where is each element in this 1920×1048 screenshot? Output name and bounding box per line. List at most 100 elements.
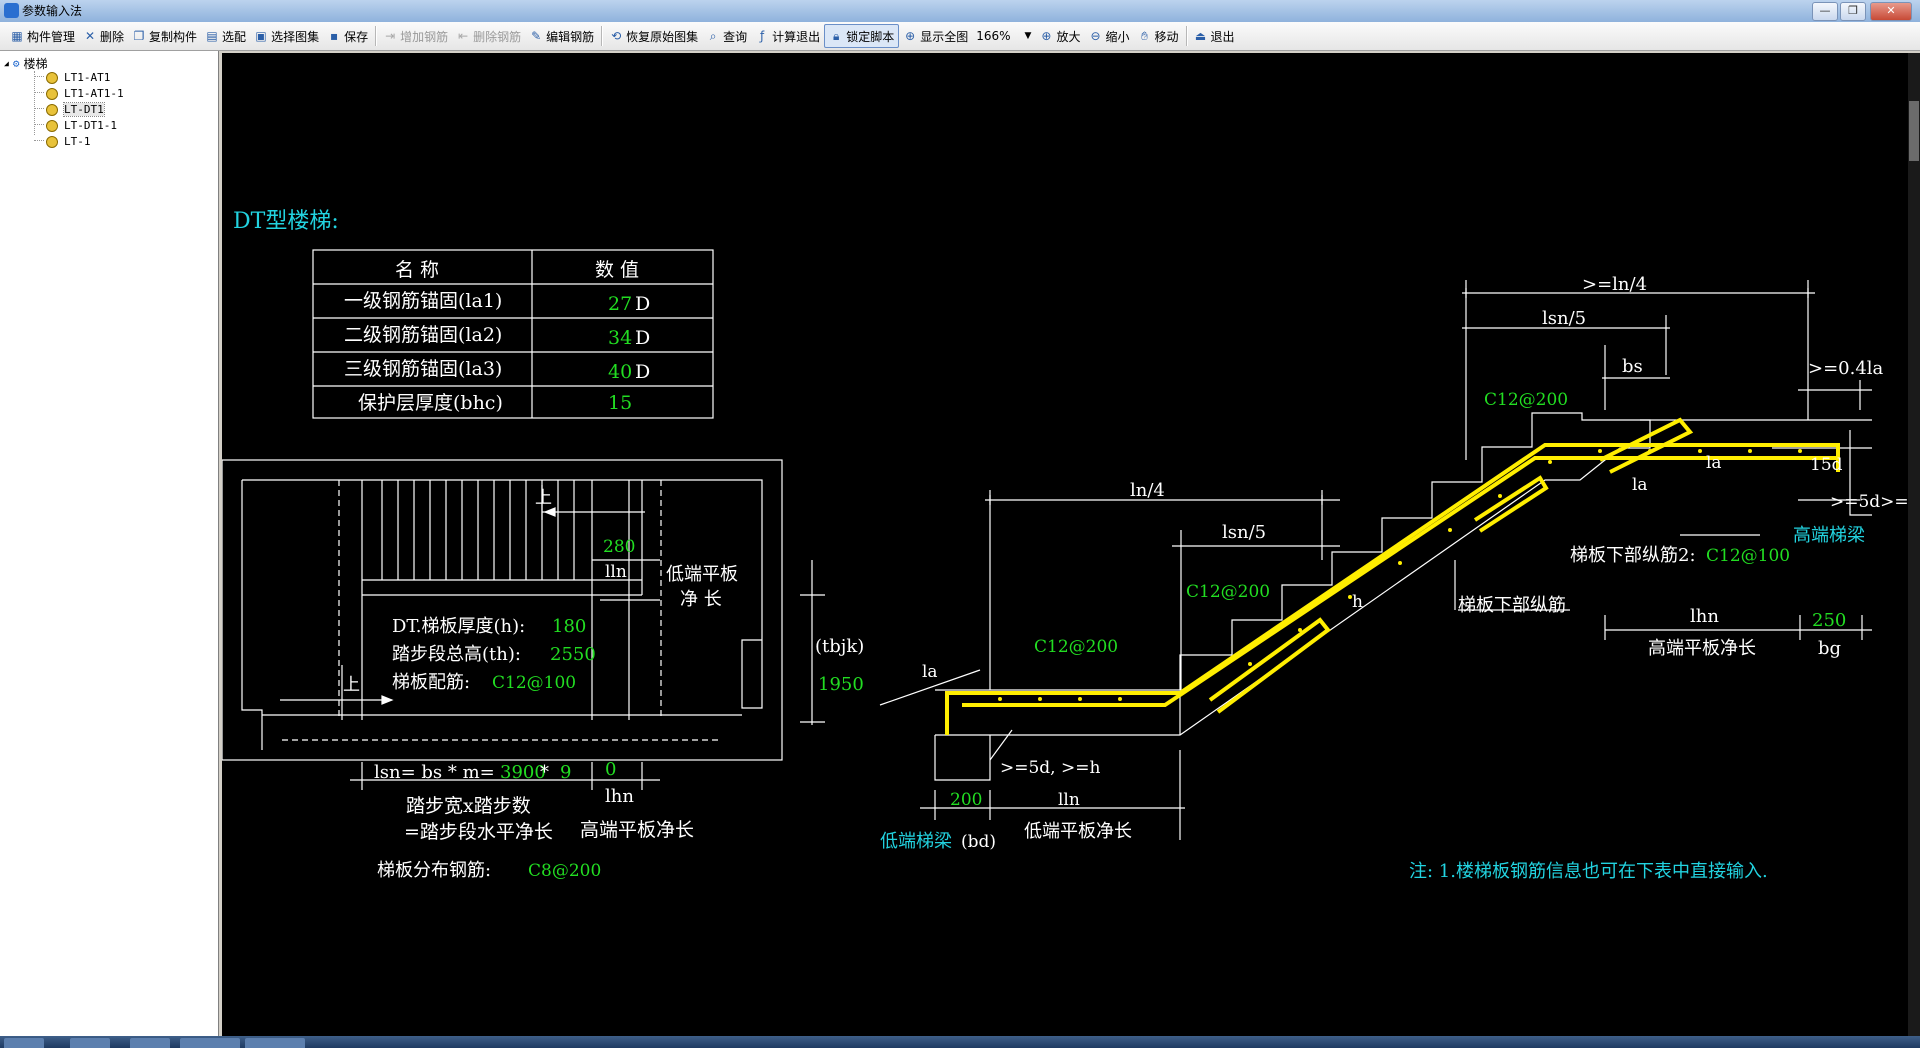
section-high-beam-label: 高端梯梁 <box>1793 525 1865 546</box>
plan-height-label: 踏步段总高(th): <box>392 644 521 665</box>
toolbar-zoom-extents-button[interactable]: ⊕ 显示全图 <box>899 25 972 47</box>
plan-low-flat-label: 低端平板 <box>666 564 738 585</box>
toolbar-save-button[interactable]: ▪ 保存 <box>323 25 372 47</box>
table-row-value[interactable]: 34 <box>608 327 632 349</box>
plan-tread-width[interactable]: 280 <box>603 537 635 557</box>
section-label: 梯板下部纵筋 <box>1458 595 1566 616</box>
section-label: >=ln/4 <box>1582 274 1647 295</box>
tree-item[interactable]: LT-1 <box>46 135 91 148</box>
section-bd-value[interactable]: 200 <box>950 790 982 810</box>
section-label: 低端平板净长 <box>1024 821 1132 842</box>
toolbar-zoom-out-button[interactable]: ⊖ 缩小 <box>1084 25 1133 47</box>
toolbar-copy-button[interactable]: ❐ 复制构件 <box>128 25 201 47</box>
close-button[interactable]: ✕ <box>1870 2 1912 21</box>
section-label: 15d <box>1810 455 1843 475</box>
scrollbar-thumb[interactable] <box>1909 101 1919 161</box>
plan-thickness-value[interactable]: 180 <box>552 616 586 637</box>
toolbar-add-rebar-button[interactable]: ⇥ 增加钢筋 <box>379 25 452 47</box>
section-low-beam-label: 低端梯梁 <box>880 831 952 852</box>
toolbar-calc-exit-button[interactable]: ƒ 计算退出 <box>751 25 824 47</box>
taskbar-app-button[interactable] <box>130 1038 170 1048</box>
table-row-name: 一级钢筋锚固(la1) <box>344 290 502 312</box>
section-label: lsn/5 <box>1222 522 1266 543</box>
table-row-value[interactable]: 27 <box>608 293 632 315</box>
pan-icon: ✋︎ <box>1141 29 1148 43</box>
zoom-select[interactable]: 166% ▼ <box>976 29 1031 43</box>
section-rebar-value[interactable]: C12@100 <box>1706 546 1790 566</box>
section-label: ln/4 <box>1130 480 1165 501</box>
toolbar-edit-rebar-button[interactable]: ✎ 编辑钢筋 <box>525 25 598 47</box>
restore-icon: ⟲ <box>611 29 622 43</box>
fx-icon: ƒ <box>760 29 765 43</box>
plan-dist-label: 梯板分布钢筋: <box>377 860 491 881</box>
section-label: la <box>1632 475 1648 495</box>
drawing-canvas[interactable]: DT型楼梯: 名 称 数 值 一级钢筋锚固(la1) 27 D 二级钢筋锚固(l… <box>221 53 1920 1036</box>
component-icon <box>46 119 58 132</box>
table-row-value[interactable]: 15 <box>608 392 632 414</box>
component-icon <box>46 103 58 116</box>
toolbar-atlas-button[interactable]: ▣ 选择图集 <box>250 25 323 47</box>
plan-lhn-value[interactable]: 0 <box>605 759 616 780</box>
toolbar-select-button[interactable]: ▤ 选配 <box>201 25 250 47</box>
vertical-scrollbar[interactable] <box>1908 53 1920 1036</box>
tree-expand-icon[interactable]: ◢ <box>4 59 9 68</box>
zoom-value: 166% <box>976 29 1011 43</box>
drawing-note: 注: 1.楼梯板钢筋信息也可在下表中直接输入. <box>1409 861 1768 882</box>
edit-rebar-icon: ✎ <box>531 29 542 43</box>
window-title: 参数输入法 <box>22 4 83 18</box>
add-rebar-icon: ⇥ <box>385 29 396 43</box>
plan-note: =踏步段水平净长 <box>404 821 553 843</box>
maximize-button[interactable]: ❐ <box>1840 2 1866 21</box>
plan-lsn-value[interactable]: 3900 <box>500 762 546 783</box>
toolbar-pan-button[interactable]: ✋︎ 移动 <box>1133 25 1182 47</box>
plan-up-label: 上 <box>535 488 552 508</box>
plan-dist-value[interactable]: C8@200 <box>528 861 601 881</box>
plan-lln-label: lln <box>605 562 627 582</box>
zoom-in-icon: ⊕ <box>1041 29 1052 43</box>
exit-icon: ⏏ <box>1194 29 1207 43</box>
taskbar-app-button[interactable] <box>245 1038 305 1048</box>
tree-item-selected[interactable]: LT-DT1 <box>46 102 105 117</box>
stair-drawing: DT型楼梯: 名 称 数 值 一级钢筋锚固(la1) 27 D 二级钢筋锚固(l… <box>221 209 1920 882</box>
plan-steps-value[interactable]: 9 <box>560 762 571 783</box>
grid-icon: ▦ <box>11 29 23 43</box>
section-bg-value[interactable]: 250 <box>1812 610 1846 631</box>
section-label: la <box>1706 453 1722 473</box>
plan-lsn-formula: lsn= bs * m= <box>374 762 495 783</box>
plan-rebar-value[interactable]: C12@100 <box>492 673 576 693</box>
toolbar-exit-button[interactable]: ⏏ 退出 <box>1190 25 1239 47</box>
toolbar-remove-rebar-button[interactable]: ⇤ 删除钢筋 <box>452 25 525 47</box>
plan-low-flat-label: 净 长 <box>680 589 722 610</box>
taskbar-app-button[interactable] <box>180 1038 240 1048</box>
toolbar-lock-script-button[interactable]: 🔒︎ 锁定脚本 <box>824 24 900 48</box>
start-button[interactable] <box>4 1038 44 1048</box>
toolbar-component-manage-button[interactable]: ▦ 构件管理 <box>6 25 79 47</box>
atlas-icon: ▣ <box>255 29 267 43</box>
toolbar-restore-atlas-button[interactable]: ⟲ 恢复原始图集 <box>605 25 702 47</box>
section-label: >=0.4la <box>1808 358 1884 379</box>
section-rebar-value[interactable]: C12@200 <box>1034 637 1118 657</box>
plan-tbjk-value[interactable]: 1950 <box>818 674 864 695</box>
section-label: lhn <box>1690 606 1719 627</box>
plan-height-value[interactable]: 2550 <box>550 644 596 665</box>
app-icon <box>4 3 19 18</box>
tree-item[interactable]: LT1-AT1-1 <box>46 87 124 100</box>
taskbar-app-button[interactable] <box>70 1038 110 1048</box>
plan-high-flat-label: 高端平板净长 <box>580 819 694 841</box>
remove-rebar-icon: ⇤ <box>458 29 469 43</box>
section-rebar-value[interactable]: C12@200 <box>1186 582 1270 602</box>
tree-root[interactable]: ◢ ⚙ 楼梯 <box>4 55 47 72</box>
section-label: la <box>922 662 938 682</box>
title-bar: 参数输入法 — ❐ ✕ <box>0 0 1920 23</box>
table-row-value[interactable]: 40 <box>608 361 632 383</box>
section-rebar-value[interactable]: C12@200 <box>1484 390 1568 410</box>
toolbar-query-button[interactable]: ⌕ 查询 <box>702 25 751 47</box>
toolbar-zoom-in-button[interactable]: ⊕ 放大 <box>1035 25 1084 47</box>
tree-item[interactable]: LT-DT1-1 <box>46 119 117 132</box>
query-icon: ⌕ <box>709 29 717 43</box>
table-row-name: 二级钢筋锚固(la2) <box>344 324 502 346</box>
toolbar-delete-button[interactable]: ✕ 删除 <box>79 25 128 47</box>
minimize-button[interactable]: — <box>1812 2 1838 21</box>
tree-item[interactable]: LT1-AT1 <box>46 71 110 84</box>
table-header-value: 数 值 <box>595 259 639 281</box>
